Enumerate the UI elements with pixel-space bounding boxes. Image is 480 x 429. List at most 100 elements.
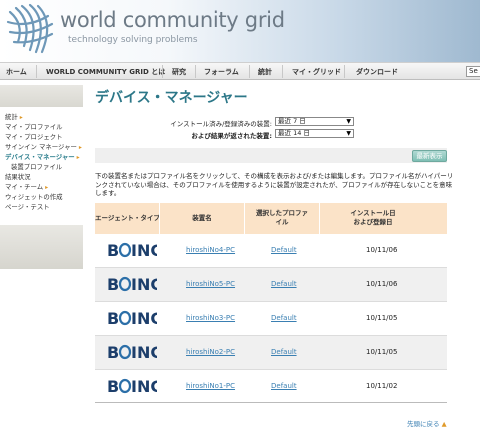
profile-link[interactable]: Default [271, 246, 297, 254]
sidebar-item-label: デバイス・マネージャー [5, 153, 75, 161]
sidebar-item-label: マイ・プロファイル [5, 123, 63, 131]
nav-my-grid[interactable]: マイ・グリッド [292, 67, 341, 77]
device-link[interactable]: hiroshiNo4-PC [186, 246, 235, 254]
boinc-logo-icon: B INC [107, 343, 157, 362]
chevron-right-icon: ▸ [45, 184, 49, 191]
search-input[interactable]: Se [466, 66, 480, 77]
select-value: 最近 14 日 [278, 129, 310, 137]
site-title: world community grid [60, 8, 285, 32]
refresh-button[interactable]: 最新表示 [412, 150, 447, 162]
nav-divider [344, 65, 345, 78]
up-arrow-icon: ▲ [441, 420, 447, 428]
chevron-right-icon: ▸ [76, 154, 80, 161]
col-header-profile-line2: イル [275, 218, 289, 226]
device-link[interactable]: hiroshiNo3-PC [186, 314, 235, 322]
sidebar-item-device-profiles[interactable]: 装置プロファイル [5, 162, 85, 172]
profile-link[interactable]: Default [271, 348, 297, 356]
chevron-right-icon: ▸ [19, 114, 23, 121]
table-row: B INC hiroshiNo3-PC Default 10/11/05 [95, 302, 447, 335]
sidebar-item-label: ウィジェットの作成 [5, 193, 63, 201]
profile-link[interactable]: Default [271, 280, 297, 288]
update-bar [95, 148, 447, 163]
sidebar-item-create-widget[interactable]: ウィジェットの作成 [5, 192, 85, 202]
sidebar-menu: 統計 ▸ マイ・プロファイル マイ・プロジェクト サインイン マネージャー ▸ デバ… [5, 112, 85, 212]
sidebar-item-label: マイ・チーム [5, 183, 44, 191]
profile-link[interactable]: Default [271, 382, 297, 390]
table-row: B INC hiroshiNo2-PC Default 10/11/05 [95, 336, 447, 369]
col-header-agent-type: エージェント・タイプ [95, 214, 160, 222]
sidebar-item-label: 装置プロファイル [11, 163, 63, 171]
svg-text:INC: INC [131, 275, 157, 294]
page-title: デバイス・マネージャー [95, 90, 248, 106]
sidebar-item-label: 統計 [5, 113, 18, 121]
sidebar-item-label: ページ・テスト [5, 203, 50, 211]
profile-link[interactable]: Default [271, 314, 297, 322]
nav-divider [195, 65, 196, 78]
col-header-date-line1: インストール日 [350, 209, 396, 217]
device-link[interactable]: hiroshiNo2-PC [186, 348, 235, 356]
table-bottom-border [95, 402, 447, 403]
sidebar-item-page-test[interactable]: ページ・テスト [5, 202, 85, 212]
nav-about[interactable]: WORLD COMMUNITY GRID とは [46, 67, 165, 77]
boinc-logo-icon: B INC [107, 377, 157, 396]
col-header-device-name: 装置名 [192, 214, 212, 222]
device-link[interactable]: hiroshiNo1-PC [186, 382, 235, 390]
table-row: B INC hiroshiNo5-PC Default 10/11/06 [95, 268, 447, 301]
boinc-logo-icon: B INC [107, 275, 157, 294]
nav-divider [249, 65, 250, 78]
boinc-logo-icon: B INC [107, 309, 157, 328]
table-row: B INC hiroshiNo4-PC Default 10/11/06 [95, 234, 447, 267]
col-header-profile-line1: 選択したプロファ [256, 209, 308, 217]
site-tagline: technology solving problems [68, 35, 198, 45]
table-row: B INC hiroshiNo1-PC Default 10/11/02 [95, 370, 447, 403]
sidebar-item-device-manager[interactable]: デバイス・マネージャー ▸ [5, 152, 85, 162]
install-date: 10/11/05 [366, 314, 398, 322]
svg-text:B: B [107, 275, 119, 294]
svg-text:INC: INC [131, 241, 157, 260]
col-header-date-line2: および登録日 [353, 218, 393, 226]
svg-text:INC: INC [131, 377, 157, 396]
sidebar-item-label: サインイン マネージャー [5, 143, 77, 151]
svg-text:B: B [107, 309, 119, 328]
main-nav: ホーム WORLD COMMUNITY GRID とは 研究 フォーラム 統計 … [0, 62, 480, 80]
nav-download[interactable]: ダウンロード [356, 67, 398, 77]
sidebar-top-panel [0, 85, 83, 107]
sidebar-item-signin-manager[interactable]: サインイン マネージャー ▸ [5, 142, 85, 152]
nav-divider [162, 65, 163, 78]
installed-period-select[interactable]: 最近 7 日 ▼ [275, 117, 354, 126]
boinc-logo-icon: B INC [107, 241, 157, 260]
nav-forums[interactable]: フォーラム [204, 67, 239, 77]
nav-divider [36, 65, 37, 78]
svg-text:INC: INC [131, 343, 157, 362]
svg-text:B: B [107, 241, 119, 260]
dropdown-arrow-icon: ▼ [346, 130, 351, 137]
select-value: 最近 7 日 [278, 117, 306, 125]
nav-divider [282, 65, 283, 78]
nav-research[interactable]: 研究 [172, 67, 186, 77]
sidebar-item-my-team[interactable]: マイ・チーム ▸ [5, 182, 85, 192]
back-to-top-label: 先頭に戻る [407, 420, 440, 428]
install-date: 10/11/06 [366, 246, 398, 254]
chevron-right-icon: ▸ [78, 144, 82, 151]
filter-results-label: および結果が返された装置: [191, 132, 272, 140]
dropdown-arrow-icon: ▼ [346, 118, 351, 125]
back-to-top-link[interactable]: 先頭に戻る ▲ [407, 418, 447, 428]
results-period-select[interactable]: 最近 14 日 ▼ [275, 129, 354, 138]
world-community-grid-logo-icon[interactable] [4, 2, 58, 58]
sidebar-bottom-panel [0, 225, 83, 269]
sidebar-item-result-status[interactable]: 結果状況 [5, 172, 85, 182]
sidebar-item-stats[interactable]: 統計 ▸ [5, 112, 85, 122]
svg-text:B: B [107, 377, 119, 396]
nav-home[interactable]: ホーム [6, 67, 27, 77]
sidebar-item-my-projects[interactable]: マイ・プロジェクト [5, 132, 85, 142]
device-link[interactable]: hiroshiNo5-PC [186, 280, 235, 288]
sidebar-item-my-profile[interactable]: マイ・プロファイル [5, 122, 85, 132]
install-date: 10/11/05 [366, 348, 398, 356]
sidebar-item-label: マイ・プロジェクト [5, 133, 63, 141]
svg-text:INC: INC [131, 309, 157, 328]
nav-stats[interactable]: 統計 [258, 67, 272, 77]
filter-installed-label: インストール済み/登録済みの装置: [170, 120, 272, 128]
install-date: 10/11/02 [366, 382, 398, 390]
svg-text:B: B [107, 343, 119, 362]
col-header-date: インストール日 および登録日 [320, 209, 426, 227]
